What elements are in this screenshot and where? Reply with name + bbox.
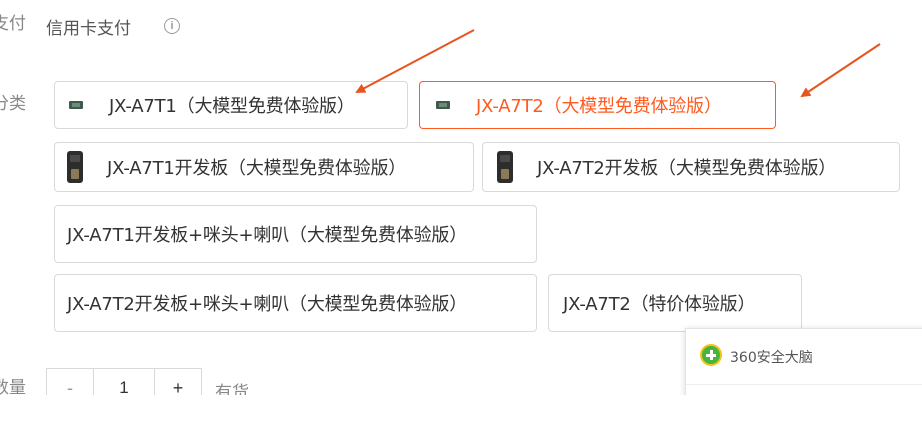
- annotation-arrow-2: [800, 43, 881, 98]
- popup-title: 360安全大脑: [730, 350, 813, 366]
- product-options-panel: 支付 信用卡支付 i 分类 JX-A7T1（大模型免费体验版） JX-A7T2（…: [0, 0, 922, 395]
- annotation-arrow-1: [355, 29, 475, 93]
- 360-logo-icon: [700, 344, 722, 366]
- security-popup: 360安全大脑: [685, 328, 922, 395]
- popup-divider: [686, 384, 922, 385]
